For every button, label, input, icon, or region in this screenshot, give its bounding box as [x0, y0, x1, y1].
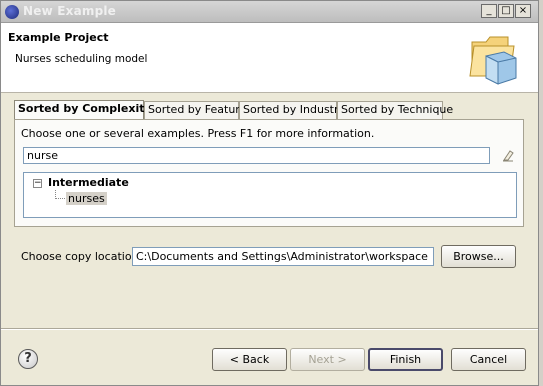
close-button[interactable]: × — [515, 4, 531, 18]
tab-sorted-by-industry[interactable]: Sorted by Industry — [239, 101, 345, 119]
copy-location-label: Choose copy location: — [21, 250, 143, 263]
examples-panel: Choose one or several examples. Press F1… — [14, 119, 524, 227]
page-description: Nurses scheduling model — [15, 53, 148, 65]
minimize-button[interactable]: _ — [481, 4, 497, 18]
collapse-toggle[interactable]: − — [33, 179, 42, 188]
tree-item-nurses[interactable]: nurses — [66, 192, 107, 205]
window-title: New Example — [23, 4, 117, 18]
back-button[interactable]: < Back — [212, 348, 287, 371]
finish-button[interactable]: Finish — [368, 348, 443, 371]
tree-category-intermediate[interactable]: Intermediate — [48, 176, 129, 189]
page-title: Example Project — [8, 31, 109, 44]
browse-button[interactable]: Browse... — [441, 245, 516, 268]
project-folder-icon — [469, 36, 517, 85]
new-example-dialog: New Example _ □ × Example Project Nurses… — [0, 0, 539, 386]
footer-divider — [1, 328, 538, 330]
wizard-header: Example Project Nurses scheduling model — [1, 23, 538, 93]
copy-location-input[interactable]: C:\Documents and Settings\Administrator\… — [132, 247, 434, 266]
cancel-button[interactable]: Cancel — [451, 348, 526, 371]
examples-tree[interactable]: − Intermediate nurses — [23, 172, 517, 218]
eclipse-icon — [5, 5, 19, 19]
clear-filter-icon[interactable] — [500, 147, 516, 163]
tab-sorted-by-complexity[interactable]: Sorted by Complexity — [14, 100, 152, 119]
instructions-text: Choose one or several examples. Press F1… — [21, 127, 375, 140]
next-button[interactable]: Next > — [290, 348, 365, 371]
tab-sorted-by-technique[interactable]: Sorted by Technique — [337, 101, 453, 119]
help-icon[interactable]: ? — [18, 349, 38, 369]
tab-sorted-by-feature[interactable]: Sorted by Feature — [144, 101, 246, 119]
filter-input[interactable]: nurse — [23, 147, 490, 164]
title-bar[interactable]: New Example _ □ × — [1, 1, 538, 23]
maximize-button[interactable]: □ — [498, 4, 514, 18]
tree-connector — [55, 190, 65, 199]
